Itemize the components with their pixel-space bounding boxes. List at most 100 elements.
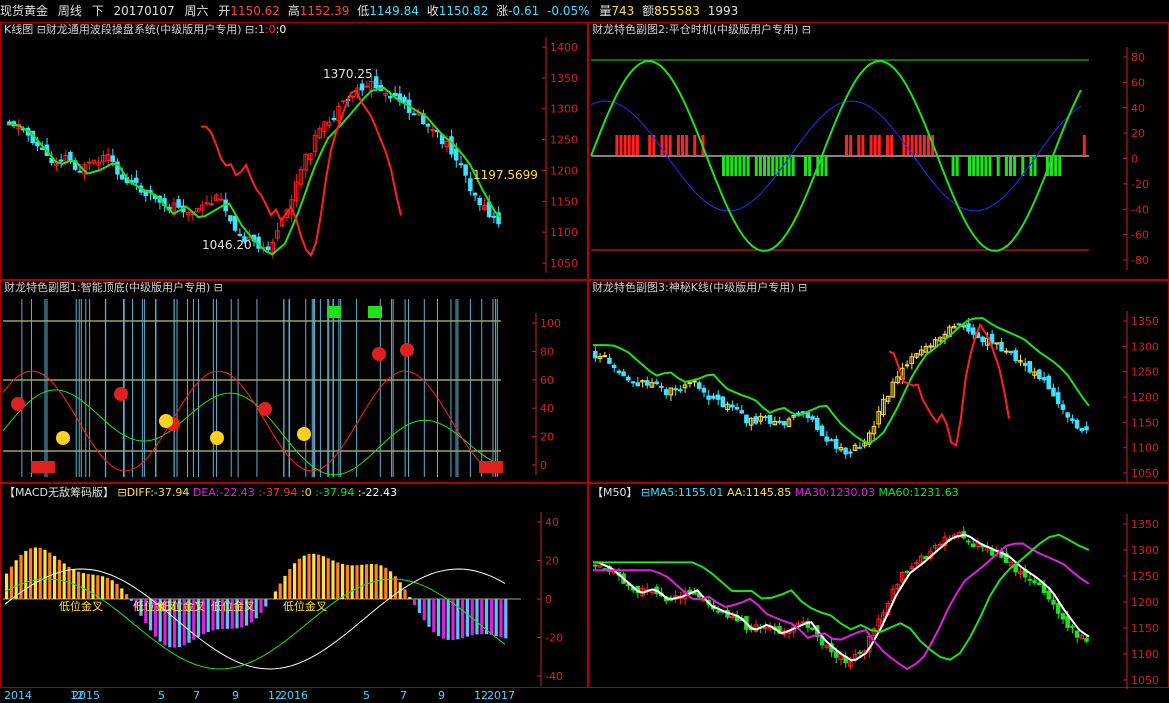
candle-body xyxy=(1027,361,1033,373)
top-marker xyxy=(258,402,272,416)
bottom-marker xyxy=(297,427,311,441)
macd-histogram-bar xyxy=(264,599,268,607)
period-label[interactable]: 周线 xyxy=(58,4,82,18)
candle-body xyxy=(937,543,943,546)
candle-body xyxy=(857,446,863,449)
axis-label: 1300 xyxy=(1131,340,1159,353)
macd-histogram-bar xyxy=(110,580,114,599)
candle-body xyxy=(720,396,726,408)
mystery-kline-chart[interactable]: 1350 1300 1250 1200 1150 1100 1050 xyxy=(589,281,1169,484)
candle-body xyxy=(1055,392,1061,404)
axis-label: -60 xyxy=(1131,229,1149,242)
x-tick: 7 xyxy=(193,689,200,702)
axis-label: 20 xyxy=(540,431,554,444)
axis-label: 60 xyxy=(1131,76,1145,89)
bottom-marker xyxy=(56,431,70,445)
axis-label: 1050 xyxy=(1131,467,1159,480)
signal-bar-red xyxy=(660,135,664,155)
candle-body xyxy=(687,382,692,385)
candle-body xyxy=(970,327,976,335)
candle-body xyxy=(58,159,64,162)
candle-body xyxy=(763,627,768,630)
exit-timing-chart[interactable]: 80 60 40 20 0 -20 -40 -60 -80 xyxy=(589,23,1169,281)
macd-histogram-bar xyxy=(504,599,508,639)
candle-body xyxy=(711,395,716,399)
candle-body xyxy=(1051,599,1056,605)
signal-bar-red xyxy=(845,135,848,155)
candle-body xyxy=(810,627,815,631)
axis-label: 20 xyxy=(1131,127,1145,140)
candle-body xyxy=(833,438,839,449)
axis-label: 80 xyxy=(540,345,554,358)
signal-bar-green xyxy=(976,156,980,176)
signal-bar-green xyxy=(951,156,955,176)
signal-bar-green xyxy=(791,156,795,176)
candle-body xyxy=(829,439,834,442)
candle-body xyxy=(659,386,664,389)
nav-down[interactable]: 下 xyxy=(92,4,104,18)
axis-label: -40 xyxy=(545,670,563,683)
signal-bar-red xyxy=(849,135,853,155)
candle-body xyxy=(800,621,806,624)
candle-body xyxy=(388,96,393,99)
axis-label: 1100 xyxy=(550,226,578,239)
macd-histogram-bar xyxy=(14,560,18,599)
x-tick: 2016 xyxy=(280,689,308,702)
signal-block xyxy=(31,461,55,473)
macd-histogram-bar xyxy=(29,548,33,599)
macd-histogram-bar xyxy=(105,577,109,599)
amount-field: 额855583 xyxy=(642,4,700,18)
candle-body xyxy=(453,148,459,161)
macd-histogram-bar xyxy=(461,599,465,639)
change-field: 涨-0.61 xyxy=(496,4,540,18)
signal-bar-green xyxy=(988,156,992,176)
macd-histogram-bar xyxy=(254,599,258,619)
signal-bar-red xyxy=(861,135,865,155)
ma-panel[interactable]: 【M50】 ⊟MA5:1155.01 AA:1145.85 MA30:1230.… xyxy=(588,483,1169,689)
bottom-marker xyxy=(210,431,224,445)
candle-body xyxy=(767,414,773,424)
candle-body xyxy=(602,355,607,358)
macd-histogram-bar xyxy=(288,569,292,599)
signal-bar-green xyxy=(1058,156,1062,176)
candle-body xyxy=(1079,427,1085,432)
signal-bar-green xyxy=(996,156,1000,176)
smart-top-bottom-panel[interactable]: 财龙特色副图1:智能顶底(中级版用户专用) ⊟ 100 80 60 40 20 0 xyxy=(0,280,588,483)
kline-panel[interactable]: K线图 ⊟财龙通用波段操盘系统(中级版用户专用) ⊟:1:0:0 1400 135… xyxy=(0,22,588,280)
candle-body xyxy=(1060,613,1066,620)
ma-chart[interactable]: 1350 1300 1250 1200 1150 1100 1050 xyxy=(589,484,1169,689)
axis-label: 1300 xyxy=(1131,544,1159,557)
candle-body xyxy=(341,100,346,103)
smart-top-bottom-chart[interactable]: 100 80 60 40 20 0 xyxy=(1,281,589,484)
candle-body xyxy=(1037,582,1042,586)
candle-body xyxy=(848,451,853,454)
axis-label: 1350 xyxy=(550,72,578,85)
macd-histogram-bar xyxy=(446,599,450,640)
signal-bar-red xyxy=(635,135,639,155)
macd-panel[interactable]: 【MACD无敌筹码版】 ⊟DIFF:-37.94 DEA:-22.43 :-37… xyxy=(0,483,588,688)
signal-bar-green xyxy=(972,156,976,176)
candle-body xyxy=(1074,630,1080,638)
macd-histogram-bar xyxy=(336,562,340,599)
kline-chart[interactable]: 1400 1350 1300 1250 1200 1150 1100 1050 xyxy=(1,23,589,281)
candle-body xyxy=(621,371,626,377)
low-field: 低1149.84 xyxy=(357,4,419,18)
candle-body xyxy=(966,540,971,543)
macd-histogram-bar xyxy=(408,597,412,599)
axis-label: 1100 xyxy=(1131,442,1159,455)
signal-bar-red xyxy=(1082,135,1086,155)
signal-bar-green xyxy=(738,156,742,176)
peak-label: 1370.25 xyxy=(323,67,373,81)
signal-bar-red xyxy=(877,135,881,155)
macd-chart[interactable]: 40 20 0 -20 -40 xyxy=(1,484,589,689)
signal-bar-green xyxy=(804,156,807,176)
signal-bar-red xyxy=(685,135,689,155)
macd-histogram-bar xyxy=(283,575,287,599)
signal-bar-green xyxy=(730,156,734,176)
macd-histogram-bar xyxy=(465,599,469,637)
mystery-kline-panel[interactable]: 财龙特色副图3:神秘K线(中级版用户专用) ⊟ 1350 1300 1250 1200… xyxy=(588,280,1169,483)
symbol-name[interactable]: 现货黄金 xyxy=(0,4,48,18)
candle-body xyxy=(1008,350,1014,354)
exit-timing-panel[interactable]: 财龙特色副图2:平仓时机(中级版用户专用) ⊟ 80 60 40 20 0 -20 -40-… xyxy=(588,22,1169,280)
candle-body xyxy=(134,177,139,183)
